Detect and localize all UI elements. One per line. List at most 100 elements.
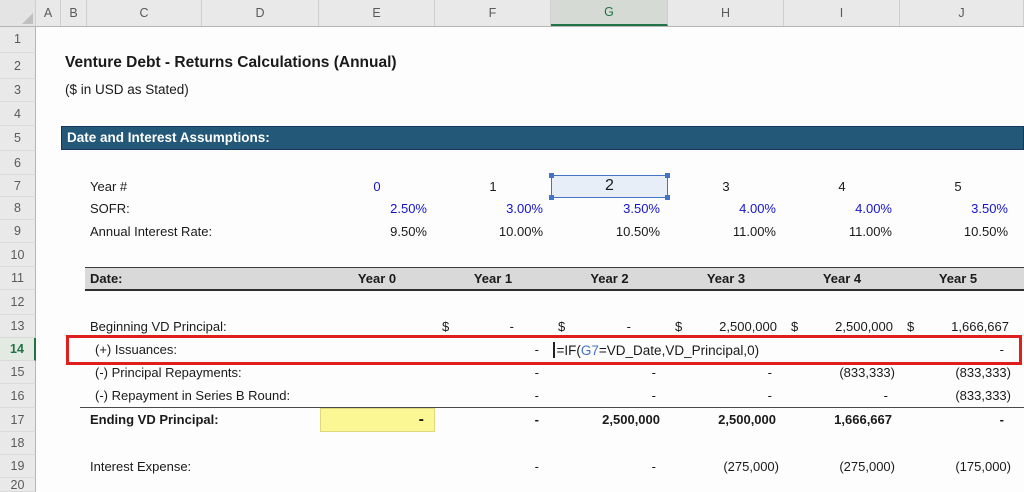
cell-seriesb-y1[interactable]: - bbox=[435, 384, 551, 408]
cell-rate-y5[interactable]: 10.50% bbox=[900, 220, 1016, 243]
principal-repayments-label[interactable]: (-) Principal Repayments: bbox=[95, 361, 242, 384]
cell-year-3[interactable]: 3 bbox=[668, 175, 784, 198]
select-all-triangle-icon bbox=[22, 13, 33, 24]
sofr-label[interactable]: SOFR: bbox=[90, 197, 130, 220]
cell-repay-y3[interactable]: - bbox=[668, 361, 784, 384]
header-year-4[interactable]: Year 4 bbox=[784, 267, 900, 291]
formula-edit-cell[interactable]: =IF(G7=VD_Date,VD_Principal,0) bbox=[553, 338, 759, 362]
column-header-c[interactable]: C bbox=[87, 0, 202, 26]
row-header-18[interactable]: 18 bbox=[0, 432, 36, 455]
beginning-principal-label[interactable]: Beginning VD Principal: bbox=[90, 315, 227, 338]
row-header-20[interactable]: 20 bbox=[0, 478, 36, 492]
cell-repay-y1[interactable]: - bbox=[435, 361, 551, 384]
cell-sofr-y1[interactable]: 3.00% bbox=[435, 197, 551, 220]
cell-interest-y3[interactable]: (275,000) bbox=[668, 455, 784, 478]
cell-beg-principal-y2[interactable]: $ - bbox=[551, 315, 668, 338]
column-header-e[interactable]: E bbox=[319, 0, 435, 26]
column-header-a[interactable]: A bbox=[36, 0, 61, 26]
cell-ending-y4[interactable]: 1,666,667 bbox=[784, 408, 900, 432]
cell-ending-y5[interactable]: - bbox=[900, 408, 1016, 432]
cell-beg-principal-y3[interactable]: $ 2,500,000 bbox=[668, 315, 784, 338]
cell-rate-y3[interactable]: 11.00% bbox=[668, 220, 784, 243]
cell-ending-y1[interactable]: - bbox=[435, 408, 551, 432]
row-header-19[interactable]: 19 bbox=[0, 455, 36, 478]
cell-sofr-y2[interactable]: 3.50% bbox=[551, 197, 668, 220]
year-number-label[interactable]: Year # bbox=[90, 175, 127, 198]
cell-repay-y5[interactable]: (833,333) bbox=[900, 361, 1016, 384]
cell-sofr-y5[interactable]: 3.50% bbox=[900, 197, 1016, 220]
header-year-0[interactable]: Year 0 bbox=[319, 267, 435, 291]
cell-seriesb-y5[interactable]: (833,333) bbox=[900, 384, 1016, 408]
cell-repay-y2[interactable]: - bbox=[551, 361, 668, 384]
column-header-d[interactable]: D bbox=[202, 0, 319, 26]
row-header-1[interactable]: 1 bbox=[0, 26, 36, 53]
cell-sofr-y4[interactable]: 4.00% bbox=[784, 197, 900, 220]
interest-expense-label[interactable]: Interest Expense: bbox=[90, 455, 191, 478]
cell-seriesb-y3[interactable]: - bbox=[668, 384, 784, 408]
cell-repay-y4[interactable]: (833,333) bbox=[784, 361, 900, 384]
row-header-14-active[interactable]: 14 bbox=[0, 338, 36, 361]
header-year-5[interactable]: Year 5 bbox=[900, 267, 1016, 291]
cell-year-5[interactable]: 5 bbox=[900, 175, 1016, 198]
column-header-i[interactable]: I bbox=[784, 0, 900, 26]
header-year-2[interactable]: Year 2 bbox=[551, 267, 668, 291]
cell-ending-y2[interactable]: 2,500,000 bbox=[551, 408, 668, 432]
row-header-13[interactable]: 13 bbox=[0, 315, 36, 338]
cell-year-0[interactable]: 0 bbox=[319, 175, 435, 198]
series-b-repayment-label[interactable]: (-) Repayment in Series B Round: bbox=[95, 384, 290, 407]
cell-seriesb-y4[interactable]: - bbox=[784, 384, 900, 408]
header-year-3[interactable]: Year 3 bbox=[668, 267, 784, 291]
highlighted-input-cell-E17[interactable]: - bbox=[320, 408, 435, 432]
row-header-9[interactable]: 9 bbox=[0, 220, 36, 243]
row-header-7[interactable]: 7 bbox=[0, 175, 36, 197]
cell-beg-principal-y4[interactable]: $ 2,500,000 bbox=[784, 315, 900, 338]
sheet-title[interactable]: Venture Debt - Returns Calculations (Ann… bbox=[65, 51, 397, 74]
currency-symbol: $ bbox=[791, 315, 798, 338]
cell-sofr-y3[interactable]: 4.00% bbox=[668, 197, 784, 220]
column-header-g-active[interactable]: G bbox=[551, 0, 668, 26]
row-header-8[interactable]: 8 bbox=[0, 197, 36, 220]
cell-beg-principal-y5[interactable]: $ 1,666,667 bbox=[900, 315, 1016, 338]
section-header-date-interest[interactable]: Date and Interest Assumptions: bbox=[61, 126, 1024, 150]
column-header-j[interactable]: J bbox=[900, 0, 1024, 26]
cell-issuances-y1[interactable]: - bbox=[435, 338, 551, 362]
row-header-3[interactable]: 3 bbox=[0, 79, 36, 102]
row-header-5[interactable]: 5 bbox=[0, 126, 36, 151]
cell-beg-principal-y1[interactable]: $ - bbox=[435, 315, 551, 338]
cell-rate-y1[interactable]: 10.00% bbox=[435, 220, 551, 243]
cell-year-1[interactable]: 1 bbox=[435, 175, 551, 198]
cell-interest-y5[interactable]: (175,000) bbox=[900, 455, 1016, 478]
cell-sofr-y0[interactable]: 2.50% bbox=[319, 197, 435, 220]
issuances-label[interactable]: (+) Issuances: bbox=[95, 338, 177, 361]
row-header-2[interactable]: 2 bbox=[0, 53, 36, 79]
cell-year-4[interactable]: 4 bbox=[784, 175, 900, 198]
column-header-b[interactable]: B bbox=[61, 0, 87, 26]
row-header-10[interactable]: 10 bbox=[0, 243, 36, 267]
cell-rate-y2[interactable]: 10.50% bbox=[551, 220, 668, 243]
row-header-12[interactable]: 12 bbox=[0, 290, 36, 315]
date-band-label[interactable]: Date: bbox=[90, 267, 123, 290]
cell-rate-y4[interactable]: 11.00% bbox=[784, 220, 900, 243]
annual-rate-label[interactable]: Annual Interest Rate: bbox=[90, 220, 212, 243]
cell-issuances-y5[interactable]: - bbox=[900, 338, 1016, 362]
cell-interest-y4[interactable]: (275,000) bbox=[784, 455, 900, 478]
sheet-subtitle[interactable]: ($ in USD as Stated) bbox=[65, 78, 189, 101]
row-header-11[interactable]: 11 bbox=[0, 267, 36, 290]
row-header-4[interactable]: 4 bbox=[0, 102, 36, 126]
row-header-6[interactable]: 6 bbox=[0, 151, 36, 175]
select-all-corner[interactable] bbox=[0, 0, 36, 26]
row-header-15[interactable]: 15 bbox=[0, 361, 36, 384]
cell-ending-y3[interactable]: 2,500,000 bbox=[668, 408, 784, 432]
column-header-f[interactable]: F bbox=[435, 0, 551, 26]
cell-seriesb-y2[interactable]: - bbox=[551, 384, 668, 408]
cell-rate-y0[interactable]: 9.50% bbox=[319, 220, 435, 243]
cell-year-2: 2 bbox=[552, 176, 667, 197]
header-year-1[interactable]: Year 1 bbox=[435, 267, 551, 291]
column-header-h[interactable]: H bbox=[668, 0, 784, 26]
row-header-16[interactable]: 16 bbox=[0, 384, 36, 408]
ending-principal-label[interactable]: Ending VD Principal: bbox=[90, 408, 219, 431]
cell-interest-y1[interactable]: - bbox=[435, 455, 551, 478]
referenced-cell-G7[interactable]: 2 bbox=[551, 175, 668, 198]
cell-interest-y2[interactable]: - bbox=[551, 455, 668, 478]
row-header-17[interactable]: 17 bbox=[0, 408, 36, 432]
